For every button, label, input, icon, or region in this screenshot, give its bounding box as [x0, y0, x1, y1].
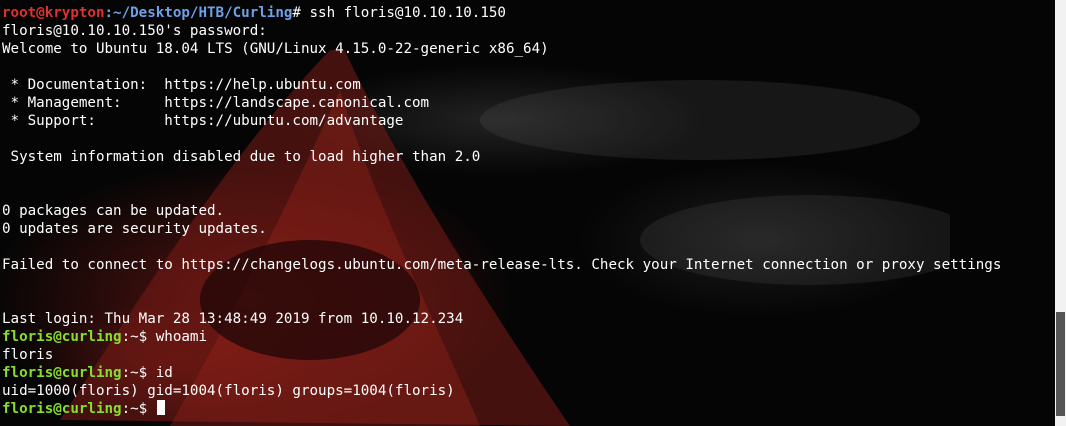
user-host: floris@curling [2, 365, 122, 381]
terminal-window[interactable]: root@krypton:~/Desktop/HTB/Curling# ssh … [0, 0, 1055, 426]
prompt-symbol: # [292, 5, 301, 21]
terminal-line: * Support: https://ubuntu.com/advantage [2, 113, 404, 129]
text-cursor [156, 400, 165, 415]
terminal-line: * Management: https://landscape.canonica… [2, 95, 430, 111]
prompt-path: :~$ [121, 401, 148, 417]
terminal-line: uid=1000(floris) gid=1004(floris) groups… [2, 383, 455, 399]
whoami-command: whoami [147, 329, 208, 345]
user-host: floris@curling [2, 401, 122, 417]
scrollbar[interactable] [1055, 0, 1066, 426]
terminal-line: * Documentation: https://help.ubuntu.com [2, 77, 361, 93]
prompt-path: :~$ [121, 329, 148, 345]
terminal-line: Failed to connect to https://changelogs.… [2, 257, 1002, 273]
terminal-output: root@krypton:~/Desktop/HTB/Curling# ssh … [2, 4, 1001, 418]
terminal-line: floris@10.10.10.150's password: [2, 23, 267, 39]
prompt-path: :~/Desktop/HTB/Curling [104, 5, 293, 21]
scrollbar-thumb[interactable] [1056, 312, 1065, 416]
terminal-input-line[interactable]: floris@curling:~$ [2, 400, 1001, 418]
terminal-line: Last login: Thu Mar 28 13:48:49 2019 fro… [2, 311, 464, 327]
terminal-line: root@krypton:~/Desktop/HTB/Curling# ssh … [2, 4, 1001, 22]
terminal-line: floris@curling:~$ id [2, 364, 1001, 382]
terminal-line: 0 updates are security updates. [2, 221, 267, 237]
user-host: floris@curling [2, 329, 122, 345]
terminal-line: 0 packages can be updated. [2, 203, 225, 219]
id-command: id [147, 365, 173, 381]
terminal-line: System information disabled due to load … [2, 149, 481, 165]
ssh-command: ssh floris@10.10.10.150 [300, 5, 506, 21]
root-user-host: root@krypton [2, 5, 105, 21]
terminal-line: floris [2, 347, 54, 363]
prompt-path: :~$ [121, 365, 148, 381]
terminal-line: floris@curling:~$ whoami [2, 328, 1001, 346]
terminal-line: Welcome to Ubuntu 18.04 LTS (GNU/Linux 4… [2, 41, 549, 57]
